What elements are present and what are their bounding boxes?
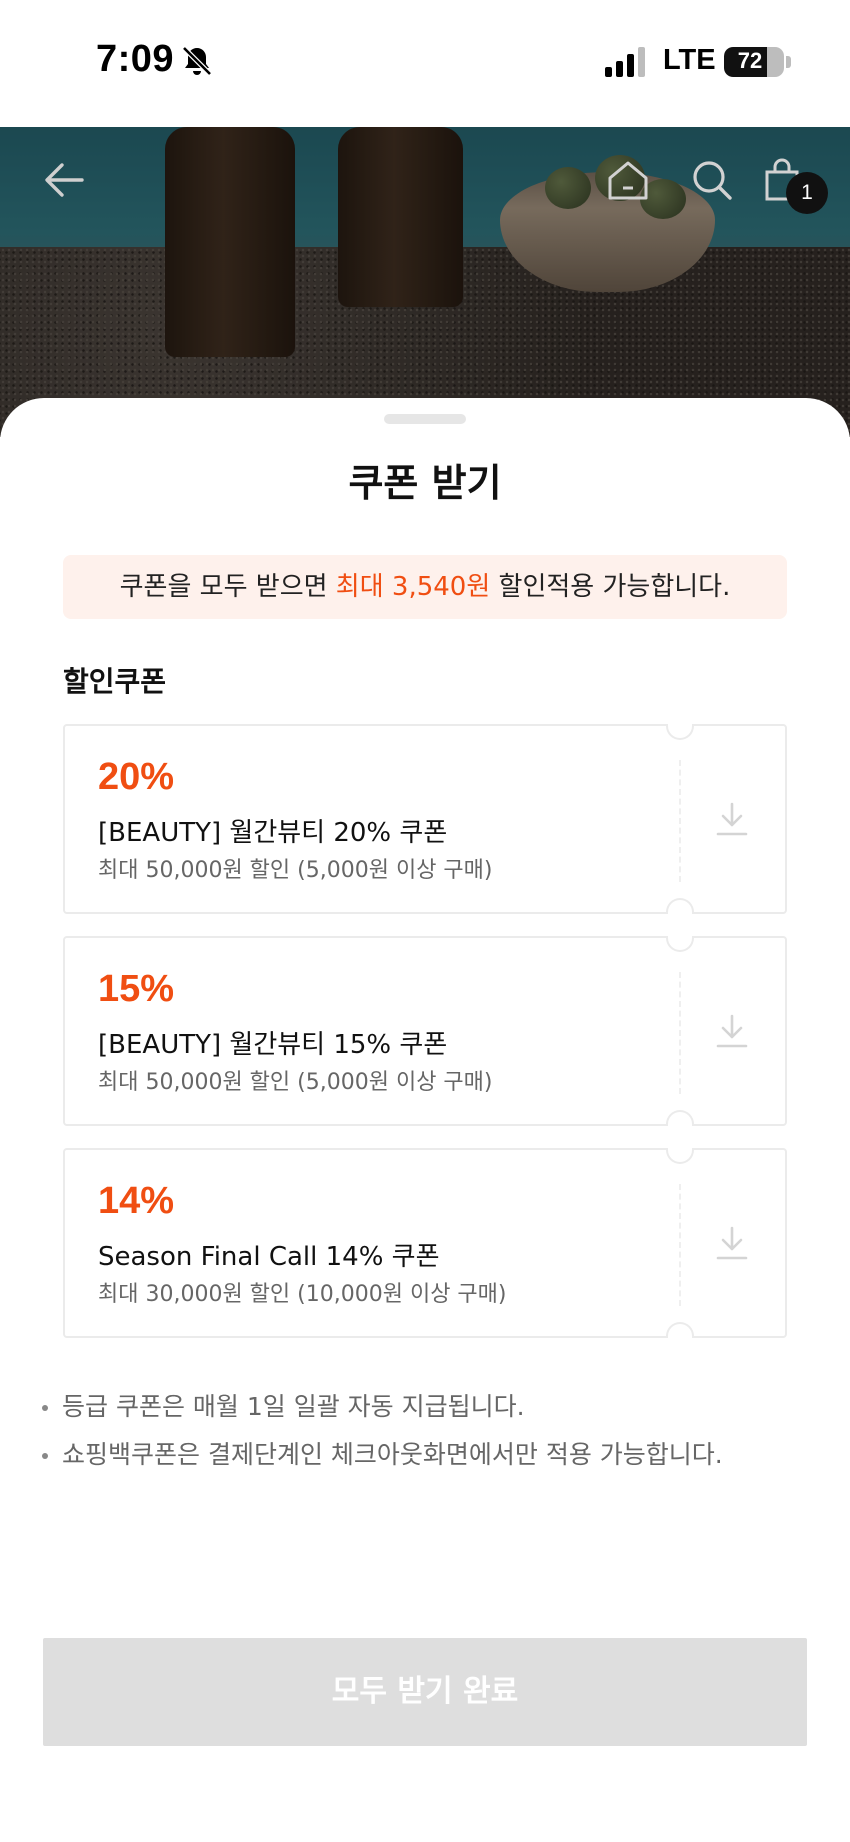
sheet-grabber[interactable] [384, 414, 466, 424]
coupon-condition: 최대 50,000원 할인 (5,000원 이상 구매) [98, 1070, 493, 1095]
cart-count-badge: 1 [786, 172, 828, 214]
download-icon[interactable] [715, 801, 749, 837]
max-discount-banner: 쿠폰을 모두 받으면 최대 3,540원 할인적용 가능합니다. [63, 555, 787, 619]
coupon-condition: 최대 50,000원 할인 (5,000원 이상 구매) [98, 858, 493, 883]
coupon-divider [679, 760, 681, 882]
coupon-card: 20% [BEAUTY] 월간뷰티 20% 쿠폰 최대 50,000원 할인 (… [63, 724, 787, 914]
coupon-percent: 14% [98, 1180, 175, 1222]
coupon-condition: 최대 30,000원 할인 (10,000원 이상 구매) [98, 1282, 507, 1307]
sheet-title: 쿠폰 받기 [348, 461, 502, 505]
status-bar: 7:09 LTE 72 [0, 0, 850, 127]
banner-suffix: 할인적용 가능합니다. [490, 572, 731, 602]
coupon-name: [BEAUTY] 월간뷰티 15% 쿠폰 [98, 1030, 448, 1060]
banner-prefix: 쿠폰을 모두 받으면 [119, 572, 336, 602]
battery-percent: 72 [737, 48, 763, 73]
coupon-card: 15% [BEAUTY] 월간뷰티 15% 쿠폰 최대 50,000원 할인 (… [63, 936, 787, 1126]
note-item: 쇼핑백쿠폰은 결제단계인 체크아웃화면에서만 적용 가능합니다. [40, 1431, 820, 1479]
home-icon[interactable] [606, 158, 650, 202]
search-icon[interactable] [690, 158, 734, 202]
coupon-divider [679, 972, 681, 1094]
coupon-divider [679, 1184, 681, 1306]
back-arrow-icon[interactable] [42, 158, 86, 202]
receive-all-complete-button[interactable]: 모두 받기 완료 [43, 1638, 807, 1746]
coupon-screen: 7:09 LTE 72 1 쿠폰 받기 쿠폰을 모두 받으면 최대 3,540원… [0, 0, 850, 1842]
coupon-percent: 15% [98, 968, 175, 1010]
banner-highlight: 최대 3,540원 [335, 572, 491, 602]
battery-icon: 72 [724, 47, 784, 77]
coupon-card: 14% Season Final Call 14% 쿠폰 최대 30,000원 … [63, 1148, 787, 1338]
coupon-notch [666, 936, 694, 952]
battery-tip [786, 56, 791, 68]
coupon-name: Season Final Call 14% 쿠폰 [98, 1242, 440, 1272]
network-type: LTE [663, 44, 716, 76]
section-title: 할인쿠폰 [63, 665, 167, 698]
coupon-notch [666, 724, 694, 740]
coupon-bottom-sheet: 쿠폰 받기 쿠폰을 모두 받으면 최대 3,540원 할인적용 가능합니다. 할… [0, 398, 850, 1842]
bell-slash-icon [182, 46, 212, 76]
note-item: 등급 쿠폰은 매월 1일 일괄 자동 지급됩니다. [40, 1383, 820, 1431]
coupon-notes: 등급 쿠폰은 매월 1일 일괄 자동 지급됩니다. 쇼핑백쿠폰은 결제단계인 체… [40, 1383, 820, 1479]
coupon-percent: 20% [98, 756, 175, 798]
download-icon[interactable] [715, 1013, 749, 1049]
coupon-notch [666, 1322, 694, 1338]
status-time: 7:09 [96, 38, 175, 80]
coupon-notch [666, 1148, 694, 1164]
coupon-notch [666, 1110, 694, 1126]
coupon-name: [BEAUTY] 월간뷰티 20% 쿠폰 [98, 818, 448, 848]
coupon-notch [666, 898, 694, 914]
download-icon[interactable] [715, 1225, 749, 1261]
signal-icon [605, 47, 645, 77]
